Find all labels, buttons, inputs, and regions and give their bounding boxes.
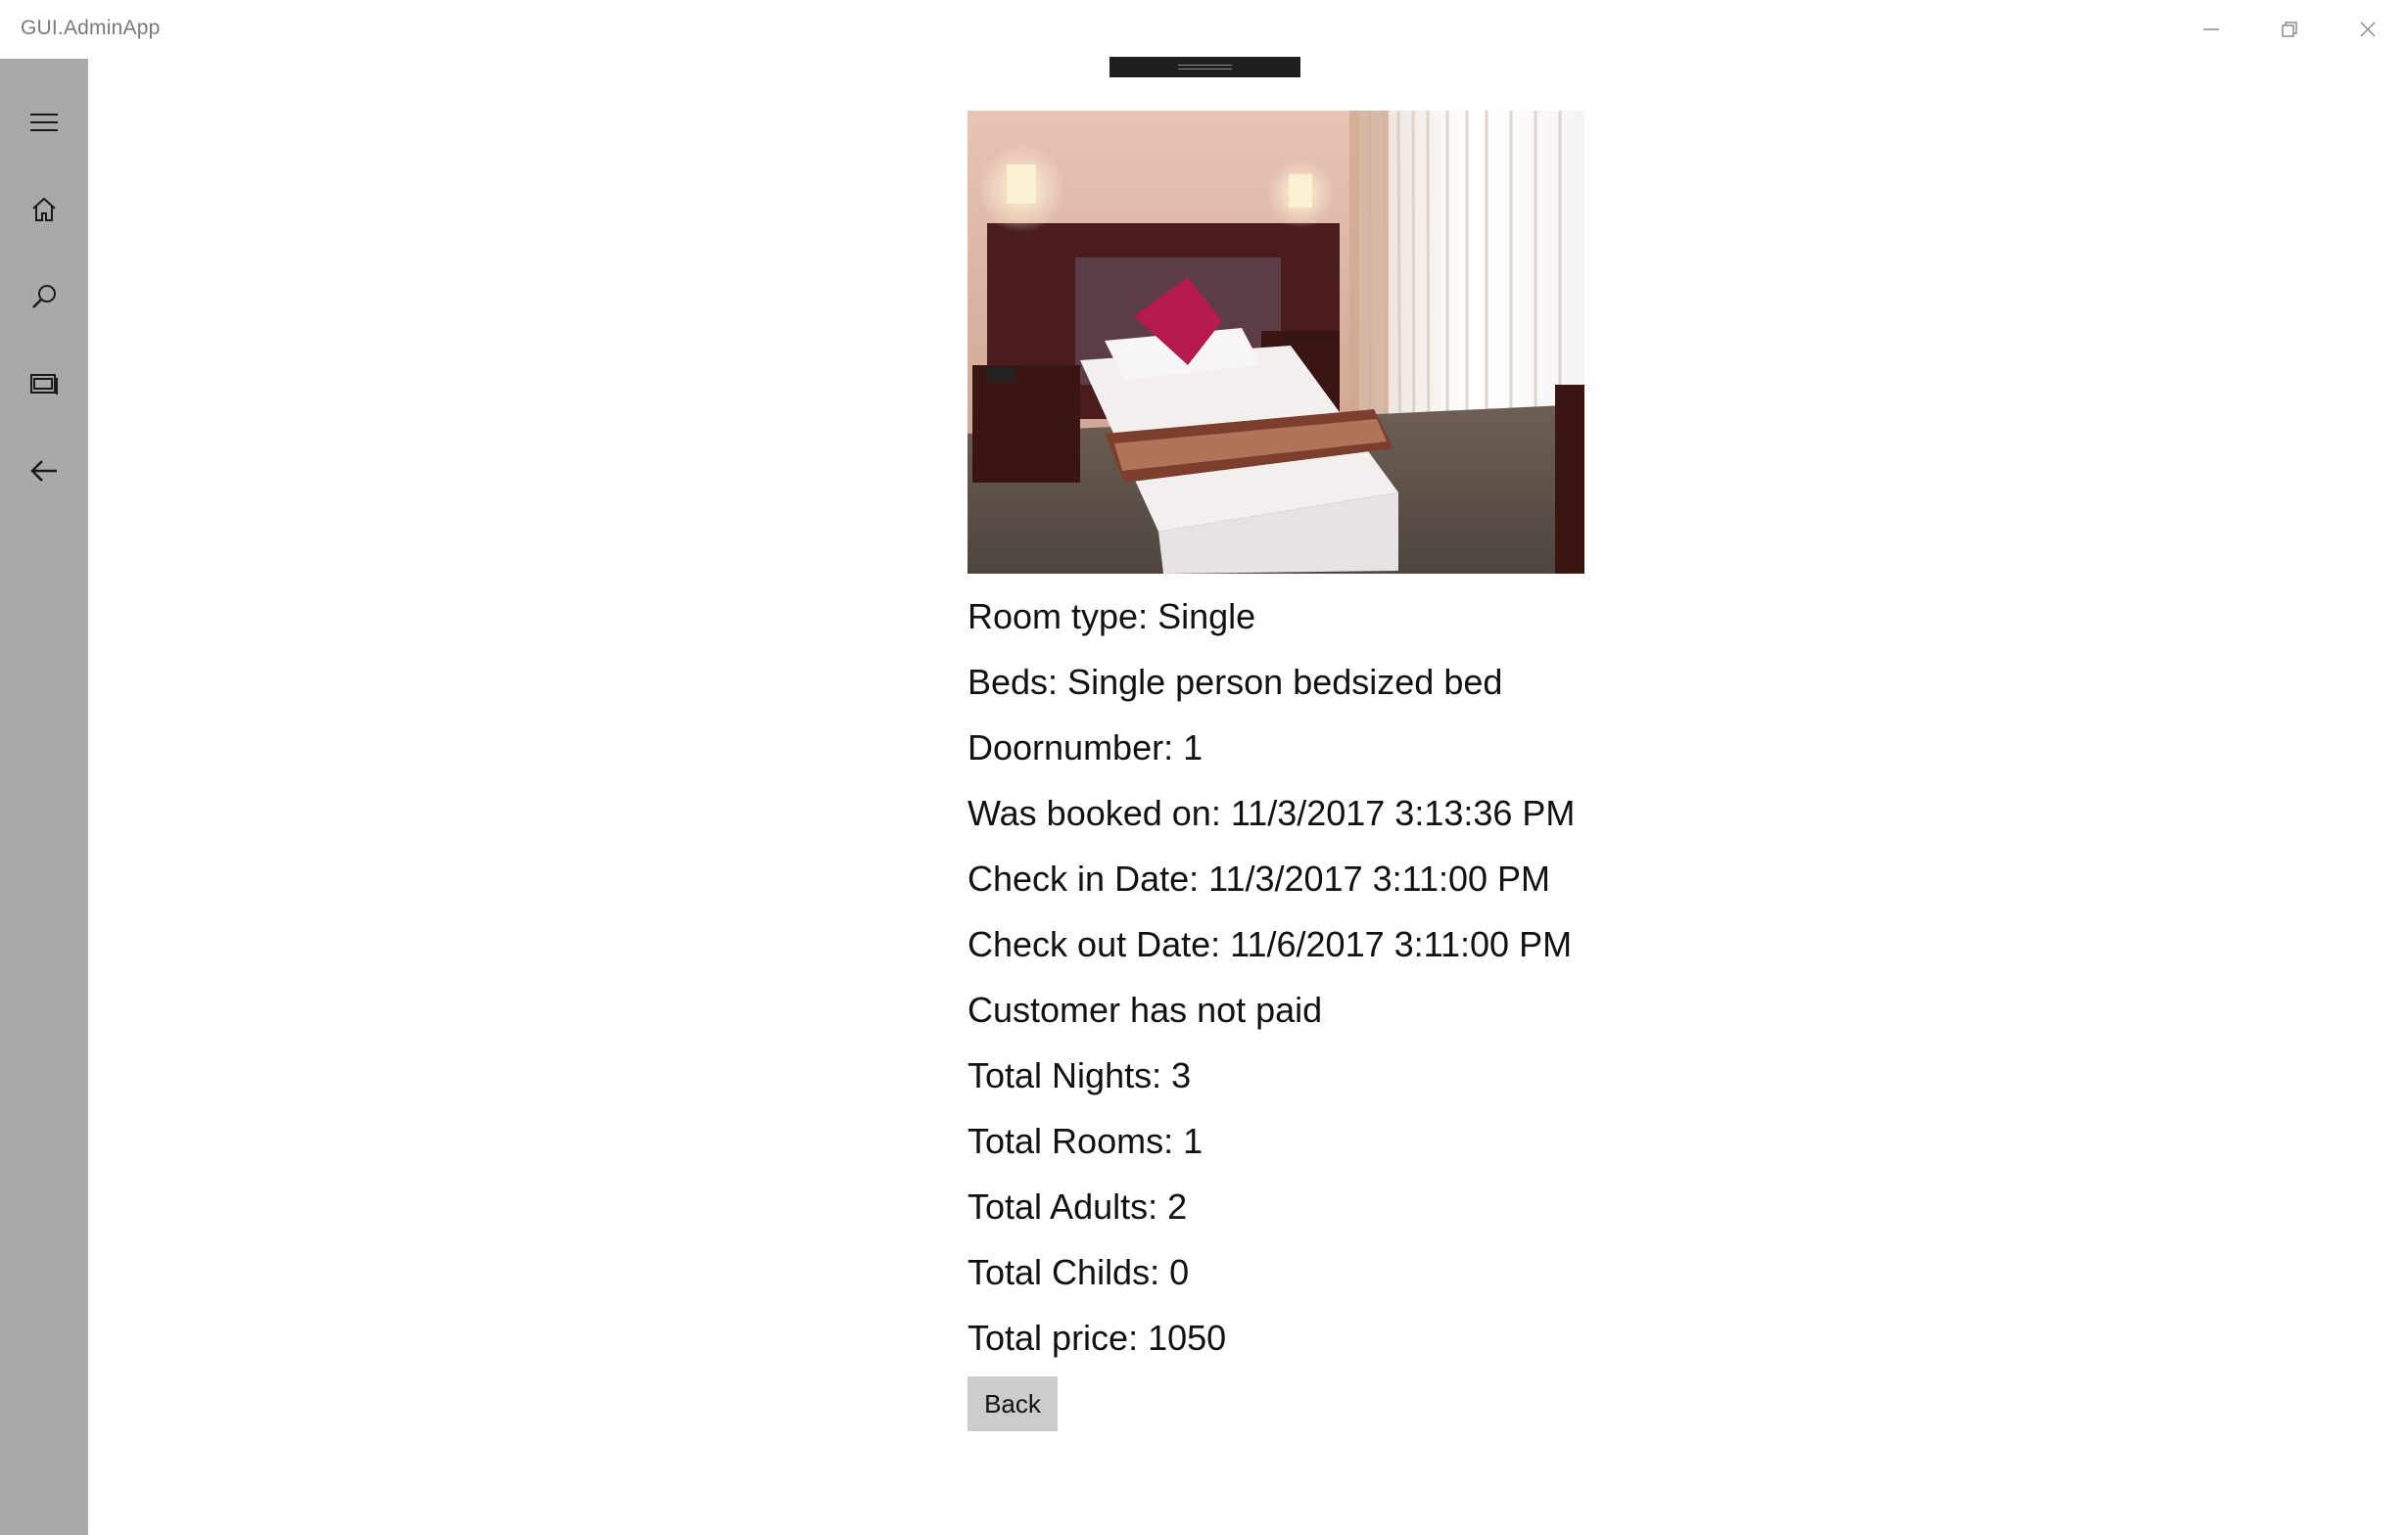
- door-number-text: Doornumber: 1: [968, 727, 1204, 768]
- grip-line: [1178, 69, 1232, 70]
- total-childs-text: Total Childs: 0: [968, 1252, 1190, 1292]
- hamburger-menu-icon: [29, 111, 59, 134]
- nav-search-button[interactable]: [0, 257, 88, 336]
- nav-menu-button[interactable]: [0, 83, 88, 162]
- grip-line: [1178, 65, 1232, 66]
- app-window: GUI.AdminApp Room type: Single Beds: Sin…: [0, 0, 2408, 1535]
- restore-button[interactable]: [2250, 0, 2329, 59]
- room-type-text: Room type: Single: [968, 596, 1256, 636]
- booking-info-list: Room type: Single Beds: Single person be…: [968, 583, 1594, 1371]
- drag-handle[interactable]: [1110, 57, 1300, 77]
- total-rooms-text: Total Rooms: 1: [968, 1121, 1204, 1161]
- check-in-text: Check in Date: 11/3/2017 3:11:00 PM: [968, 859, 1551, 899]
- restore-icon: [2280, 20, 2299, 39]
- minimize-icon: [2201, 20, 2221, 39]
- booking-details: Room type: Single Beds: Single person be…: [968, 111, 1594, 1431]
- minimize-button[interactable]: [2172, 0, 2250, 59]
- close-icon: [2358, 20, 2378, 39]
- bookings-icon: [29, 371, 59, 396]
- total-nights-text: Total Nights: 3: [968, 1055, 1192, 1095]
- nav-back-button[interactable]: [0, 432, 88, 510]
- nav-bookings-button[interactable]: [0, 345, 88, 423]
- back-arrow-icon: [29, 458, 59, 484]
- nav-rail: [0, 59, 88, 1535]
- back-button[interactable]: Back: [968, 1376, 1058, 1431]
- total-adults-text: Total Adults: 2: [968, 1186, 1188, 1227]
- room-photo: [968, 111, 1584, 574]
- home-icon: [30, 196, 58, 223]
- beds-text: Beds: Single person bedsized bed: [968, 662, 1503, 702]
- close-button[interactable]: [2329, 0, 2407, 59]
- search-icon: [30, 283, 58, 310]
- check-out-text: Check out Date: 11/6/2017 3:11:00 PM: [968, 924, 1573, 964]
- total-price-text: Total price: 1050: [968, 1318, 1227, 1358]
- nav-home-button[interactable]: [0, 170, 88, 249]
- title-bar[interactable]: GUI.AdminApp: [0, 0, 2408, 59]
- app-title: GUI.AdminApp: [21, 17, 161, 39]
- booked-on-text: Was booked on: 11/3/2017 3:13:36 PM: [968, 793, 1576, 833]
- payment-status-text: Customer has not paid: [968, 990, 1323, 1030]
